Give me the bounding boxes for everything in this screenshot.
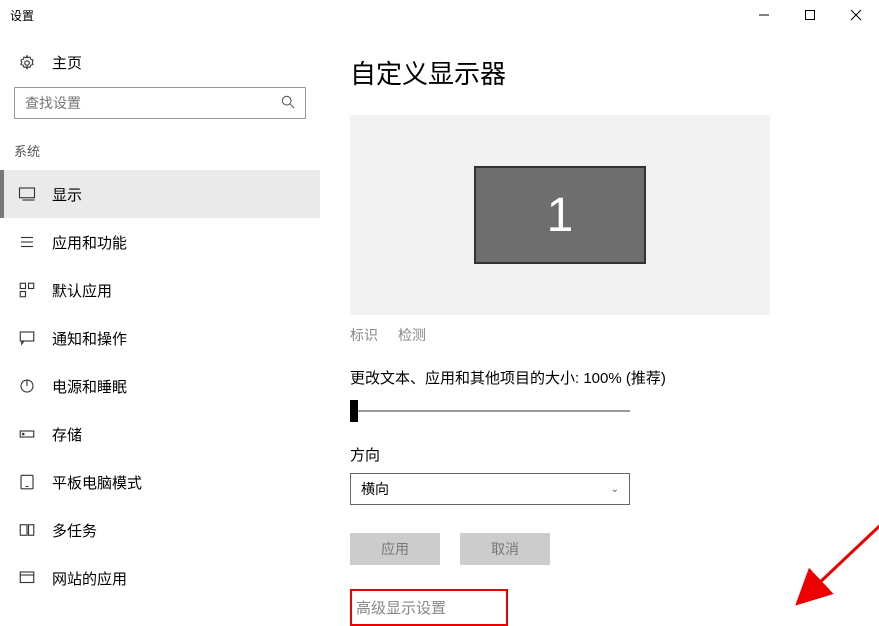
nav-label: 存储 (52, 424, 82, 445)
home-link[interactable]: 主页 (0, 44, 320, 87)
section-label: 系统 (0, 137, 320, 170)
maximize-button[interactable] (787, 0, 833, 30)
slider-thumb[interactable] (350, 400, 358, 422)
nav-label: 多任务 (52, 520, 97, 541)
nav-storage[interactable]: 存储 (0, 410, 320, 458)
tablet-icon (18, 473, 36, 491)
nav-tablet[interactable]: 平板电脑模式 (0, 458, 320, 506)
window-title: 设置 (10, 7, 34, 24)
detect-link[interactable]: 检测 (398, 325, 426, 345)
orientation-dropdown[interactable]: 横向 ⌄ (350, 473, 630, 505)
website-icon (18, 569, 36, 587)
nav-display[interactable]: 显示 (0, 170, 320, 218)
monitor-icon (18, 185, 36, 203)
multitask-icon (18, 521, 36, 539)
nav-list: 显示 应用和功能 默认应用 通知和操作 (0, 170, 320, 602)
identify-link[interactable]: 标识 (350, 325, 378, 345)
home-label: 主页 (52, 52, 82, 73)
cancel-button[interactable]: 取消 (460, 533, 550, 565)
orientation-value: 横向 (361, 479, 389, 499)
nav-label: 平板电脑模式 (52, 472, 142, 493)
nav-label: 网站的应用 (52, 568, 127, 589)
nav-notifications[interactable]: 通知和操作 (0, 314, 320, 362)
nav-label: 显示 (52, 184, 82, 205)
window-controls (741, 0, 879, 30)
power-icon (18, 377, 36, 395)
nav-website-apps[interactable]: 网站的应用 (0, 554, 320, 602)
display-preview[interactable]: 1 (350, 115, 770, 315)
list-icon (18, 233, 36, 251)
advanced-display-link[interactable]: 高级显示设置 (350, 589, 508, 626)
nav-apps[interactable]: 应用和功能 (0, 218, 320, 266)
chat-icon (18, 329, 36, 347)
nav-label: 通知和操作 (52, 328, 127, 349)
defaults-icon (18, 281, 36, 299)
nav-multitask[interactable]: 多任务 (0, 506, 320, 554)
main-pane: 自定义显示器 1 标识 检测 更改文本、应用和其他项目的大小: 100% (推荐… (320, 30, 879, 617)
nav-label: 电源和睡眠 (52, 376, 127, 397)
apply-button[interactable]: 应用 (350, 533, 440, 565)
nav-label: 应用和功能 (52, 232, 127, 253)
scale-slider[interactable] (350, 400, 630, 424)
monitor-number: 1 (547, 188, 574, 243)
nav-label: 默认应用 (52, 280, 112, 301)
chevron-down-icon: ⌄ (611, 484, 619, 495)
search-icon (281, 95, 297, 111)
scale-label: 更改文本、应用和其他项目的大小: 100% (推荐) (350, 367, 849, 388)
minimize-button[interactable] (741, 0, 787, 30)
title-bar: 设置 (0, 0, 879, 30)
monitor-thumbnail[interactable]: 1 (474, 166, 646, 264)
orientation-label: 方向 (350, 444, 849, 465)
nav-power[interactable]: 电源和睡眠 (0, 362, 320, 410)
search-input[interactable] (23, 94, 281, 112)
close-button[interactable] (833, 0, 879, 30)
slider-track (350, 410, 630, 412)
nav-default-apps[interactable]: 默认应用 (0, 266, 320, 314)
search-box[interactable] (14, 87, 306, 119)
sidebar: 主页 系统 显示 应用和功能 (0, 30, 320, 617)
gear-icon (18, 54, 36, 72)
drive-icon (18, 425, 36, 443)
page-title: 自定义显示器 (350, 54, 849, 91)
